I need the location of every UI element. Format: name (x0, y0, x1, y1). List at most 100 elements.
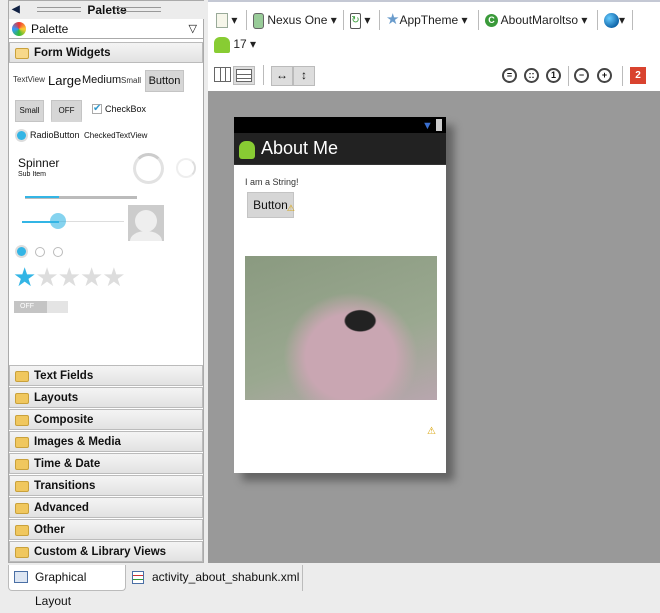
category-text-fields[interactable]: Text Fields (9, 365, 203, 386)
activity-icon: C (485, 14, 498, 28)
fit-width-icon[interactable]: ↔ (271, 66, 293, 86)
file-icon (216, 13, 228, 29)
widget-toggle-button[interactable]: OFF (51, 100, 82, 122)
category-advanced[interactable]: Advanced (9, 497, 203, 518)
zoom-100-icon[interactable]: 1 (546, 68, 561, 83)
tab-label: Graphical Layout (35, 570, 87, 608)
radio-checked-icon[interactable] (17, 131, 26, 140)
category-time-date[interactable]: Time & Date (9, 453, 203, 474)
tab-label: activity_about_shabunk.xml (152, 570, 300, 584)
star-empty-icon[interactable]: ★ (102, 262, 125, 292)
seekbar[interactable] (22, 213, 124, 229)
widget-checkbox[interactable]: CheckBox (105, 104, 146, 114)
chameleon-image[interactable] (245, 256, 437, 400)
category-label: Text Fields (34, 370, 94, 382)
widget-small-button[interactable]: Small (15, 100, 44, 122)
zoom-out-icon[interactable]: − (574, 68, 589, 83)
widget-button[interactable]: Button (145, 70, 184, 92)
folder-icon (15, 503, 29, 514)
split-horizontal-button[interactable] (233, 66, 255, 85)
palette-panel: ◀ Palette Palette ▽ Form Widgets TextVie… (8, 0, 205, 563)
dropdown-arrow-icon[interactable]: ▽ (189, 19, 197, 39)
category-label: Images & Media (34, 436, 121, 448)
category-transitions[interactable]: Transitions (9, 475, 203, 496)
zoom-real-size-icon[interactable]: = (502, 68, 517, 83)
warning-icon: ⚠ (286, 203, 295, 213)
category-layouts[interactable]: Layouts (9, 387, 203, 408)
widget-textview[interactable]: TextView (13, 75, 45, 84)
star-empty-icon[interactable]: ★ (35, 262, 58, 292)
palette-icon (12, 22, 26, 36)
horizontal-progressbar[interactable] (25, 196, 137, 199)
globe-icon (604, 13, 619, 29)
widget-checkedtextview[interactable]: CheckedTextView (84, 131, 147, 140)
editor-toolbar: ▾ Nexus One ▾ ↻ ▾ ★AppTheme ▾ C AboutMar… (208, 0, 660, 91)
split-vertical-icon[interactable] (214, 67, 231, 82)
radio-unchecked-icon[interactable] (35, 247, 45, 257)
string-textview[interactable]: I am a String! (245, 177, 299, 187)
toggle-label: OFF (58, 106, 75, 115)
category-images-media[interactable]: Images & Media (9, 431, 203, 452)
seekbar-thumb[interactable] (50, 213, 66, 229)
api-level-label: 17 (233, 37, 247, 51)
layout-icon (14, 571, 28, 583)
widget-large-text[interactable]: Large (48, 73, 81, 88)
category-composite[interactable]: Composite (9, 409, 203, 430)
star-empty-icon[interactable]: ★ (58, 262, 81, 292)
category-other[interactable]: Other (9, 519, 203, 540)
action-bar: About Me (234, 133, 446, 165)
category-label: Advanced (34, 502, 89, 514)
error-count-badge[interactable]: 2 (630, 67, 646, 84)
progress-large-icon[interactable] (133, 153, 164, 184)
radio-checked-icon[interactable] (17, 247, 26, 256)
zoom-in-icon[interactable]: + (597, 68, 612, 83)
widget-small-text[interactable]: Small (121, 76, 141, 85)
widget-radiobutton[interactable]: RadioButton (30, 130, 80, 140)
rating-bar[interactable]: ★★★★★ (13, 262, 126, 292)
activity-dropdown[interactable]: C AboutMaroltso ▾ (485, 11, 587, 29)
open-folder-icon (15, 48, 29, 59)
device-label: Nexus One (267, 13, 328, 27)
collapse-arrow-icon[interactable]: ◀ (12, 1, 20, 19)
zoom-fit-icon[interactable]: :: (524, 68, 539, 83)
widget-sub-item[interactable]: Sub Item (18, 171, 46, 178)
progress-small-icon[interactable] (176, 158, 196, 178)
folder-icon (15, 437, 29, 448)
device-dropdown[interactable]: Nexus One ▾ (253, 11, 337, 29)
api-level-dropdown[interactable]: 17 ▾ (214, 35, 256, 53)
locale-dropdown[interactable]: ▾ (604, 11, 625, 29)
folder-icon (15, 481, 29, 492)
category-label: Transitions (34, 480, 96, 492)
widget-medium-text[interactable]: Medium (82, 74, 121, 86)
tab-graphical-layout[interactable]: Graphical Layout (8, 565, 126, 608)
star-empty-icon[interactable]: ★ (80, 262, 103, 292)
split-horizontal-icon (236, 69, 252, 82)
radio-unchecked-icon[interactable] (53, 247, 63, 257)
grip-icon (117, 7, 161, 12)
folder-icon (15, 371, 29, 382)
palette-selector[interactable]: Palette ▽ (9, 19, 203, 39)
rotate-icon: ↻ (350, 12, 361, 29)
folder-icon (15, 459, 29, 470)
grip-icon (37, 7, 81, 12)
orientation-dropdown[interactable]: ↻ ▾ (350, 11, 370, 29)
theme-label: AppTheme (399, 13, 459, 27)
widget-spinner[interactable]: Spinner (18, 156, 59, 170)
quick-contact-badge[interactable] (128, 205, 164, 241)
device-icon (253, 12, 264, 29)
star-icon: ★ (386, 11, 400, 28)
checkbox-checked-icon[interactable]: ✔ (92, 104, 102, 114)
category-form-widgets[interactable]: Form Widgets (9, 42, 203, 63)
fit-height-icon[interactable]: ↕ (293, 66, 315, 86)
preview-button[interactable]: Button ⚠ (247, 192, 295, 218)
warning-icon[interactable]: ⚠ (427, 426, 436, 437)
tab-xml-source[interactable]: activity_about_shabunk.xml (126, 565, 303, 591)
category-label: Time & Date (34, 458, 101, 470)
device-preview: ▼ About Me I am a String! Button ⚠ ⚠ (234, 117, 446, 473)
star-filled-icon[interactable]: ★ (13, 262, 36, 292)
folder-icon (15, 415, 29, 426)
category-custom-library-views[interactable]: Custom & Library Views (9, 541, 203, 562)
layout-file-dropdown[interactable]: ▾ (216, 11, 237, 29)
widget-switch[interactable]: OFF (14, 301, 68, 313)
theme-dropdown[interactable]: ★AppTheme ▾ (386, 11, 468, 29)
